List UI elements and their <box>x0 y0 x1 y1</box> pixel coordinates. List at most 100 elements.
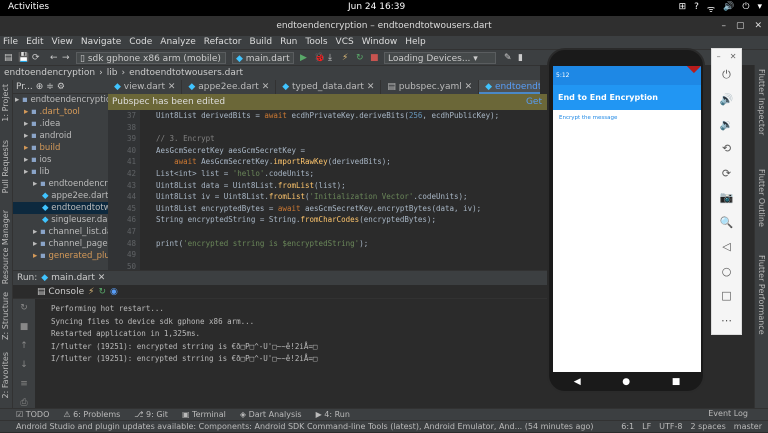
tree-item[interactable]: ◆ endtoendtotw <box>13 202 108 214</box>
zoom-icon[interactable]: 🔍 <box>712 210 741 235</box>
status-item[interactable]: LF <box>642 421 651 433</box>
menu-navigate[interactable]: Navigate <box>81 36 121 49</box>
menu-help[interactable]: Help <box>405 36 426 49</box>
tree-item[interactable]: ▸ ▪ channel_list.dar <box>13 226 108 238</box>
save-icon[interactable]: 💾 <box>18 52 29 64</box>
print-icon[interactable]: ⎙ <box>20 398 27 408</box>
close-icon[interactable]: ✕ <box>364 82 375 92</box>
bottom-tool-tab[interactable]: ⚠ 6: Problems <box>63 409 120 420</box>
editor-tab[interactable]: ◆ appe2ee.dart ✕ <box>182 80 277 94</box>
rotate-right-icon[interactable]: ⟳ <box>712 161 741 186</box>
close-icon[interactable]: ✕ <box>165 82 176 92</box>
attach-icon[interactable]: ⤓ <box>328 52 332 64</box>
rerun-icon[interactable]: ↻ <box>20 303 28 313</box>
back-icon[interactable]: ← <box>50 52 58 64</box>
tool-tab-favorites[interactable]: 2: Favorites <box>1 352 10 398</box>
code-editor[interactable]: 37 38 39 40 41 42 43 44 45 46 47 48 49 50 Uint8List d… <box>108 110 548 270</box>
console-tab[interactable]: ▤ Console <box>37 285 84 298</box>
tool-tab-flutter-performance[interactable]: Flutter Performance <box>757 255 766 335</box>
run-icon[interactable]: ▶ <box>300 52 307 64</box>
tree-item[interactable]: ▸ ▪ .idea <box>13 118 108 130</box>
tray-icon[interactable]: ⏻ <box>742 2 749 15</box>
bottom-tool-tab[interactable]: ☑ TODO <box>16 409 49 420</box>
avd-manager-icon[interactable]: ▮ <box>518 52 523 64</box>
tool-tab-structure[interactable]: Z: Structure <box>1 292 10 340</box>
menu-build[interactable]: Build <box>250 36 273 49</box>
tool-tab-flutter-inspector[interactable]: Flutter Inspector <box>757 69 766 135</box>
hot-reload-icon[interactable]: ⚡ <box>88 285 94 298</box>
tool-tab-pull-requests[interactable]: Pull Requests <box>1 140 10 193</box>
bottom-tool-tab[interactable]: ◈ Dart Analysis <box>240 409 302 420</box>
tray-icon[interactable]: ? <box>694 2 699 15</box>
volume-down-icon[interactable]: 🔉 <box>712 112 741 137</box>
maximize-icon[interactable]: ▢ <box>736 16 745 36</box>
tray-icon[interactable]: 🔊 <box>723 2 734 15</box>
editor-tab[interactable]: ▤ pubspec.yaml ✕ <box>381 80 480 94</box>
hot-restart-icon[interactable]: ↻ <box>98 285 106 298</box>
tray-icon[interactable]: ▾ <box>757 2 762 15</box>
target-icon[interactable]: ⊕ <box>36 80 44 93</box>
more-icon[interactable]: ⋯ <box>712 308 741 333</box>
camera-icon[interactable]: 📷 <box>712 186 741 211</box>
editor-tab[interactable]: ◆ view.dart ✕ <box>108 80 183 94</box>
nav-back-icon[interactable]: ◀ <box>574 377 581 387</box>
tree-item[interactable]: ▸ ▪ build <box>13 142 108 154</box>
system-tray[interactable]: ⊞? ᯤ 🔊 ⏻ ▾ <box>679 2 762 15</box>
close-icon[interactable]: ✕ <box>259 82 270 92</box>
editor-tab[interactable]: ◆ typed_data.dart ✕ <box>276 80 382 94</box>
gear-icon[interactable]: ⚙ <box>57 80 65 93</box>
collapse-icon[interactable]: ≑ <box>46 80 54 93</box>
tray-icon[interactable]: ⊞ <box>679 2 687 15</box>
activities-button[interactable]: Activities <box>8 2 49 12</box>
scroll-down-icon[interactable]: ↓ <box>20 360 28 370</box>
open-folder-icon[interactable]: ▤ <box>4 52 13 64</box>
tool-tab-resource-manager[interactable]: Resource Manager <box>1 210 10 284</box>
minimize-icon[interactable]: – <box>717 52 721 61</box>
bottom-tool-tab[interactable]: ▣ Terminal <box>182 409 226 420</box>
menu-analyze[interactable]: Analyze <box>160 36 195 49</box>
run-config-tab[interactable]: ◆ main.dart ✕ <box>41 271 105 285</box>
forward-icon[interactable]: → <box>62 52 70 64</box>
minimize-icon[interactable]: – <box>721 16 726 36</box>
tree-item[interactable]: ▸ ▪ ios <box>13 154 108 166</box>
menu-code[interactable]: Code <box>129 36 152 49</box>
nav-recents-icon[interactable]: ■ <box>672 377 681 387</box>
tool-tab-flutter-outline[interactable]: Flutter Outline <box>757 169 766 227</box>
menu-edit[interactable]: Edit <box>26 36 43 49</box>
stop-icon[interactable]: ■ <box>370 52 379 64</box>
device-selector[interactable]: ▯ sdk gphone x86 arm (mobile) ▾ <box>76 52 226 76</box>
sync-icon[interactable]: ⟳ <box>32 52 40 64</box>
event-log-tab[interactable]: Event Log <box>708 408 748 420</box>
close-icon[interactable]: ✕ <box>462 82 473 92</box>
banner-action-link[interactable]: Get <box>526 94 542 110</box>
bottom-tool-tab[interactable]: ⎇ 9: Git <box>134 409 168 420</box>
tree-item[interactable]: ◆ appe2ee.dart <box>13 190 108 202</box>
menu-run[interactable]: Run <box>280 36 297 49</box>
gradle-icon[interactable]: ✎ <box>504 52 512 64</box>
clock[interactable]: Jun 24 16:39 <box>348 2 405 12</box>
stop-icon[interactable]: ■ <box>20 322 29 332</box>
status-item[interactable]: 2 spaces <box>691 421 726 433</box>
breadcrumb-item[interactable]: endtoendtotwousers.dart <box>129 66 243 80</box>
menu-vcs[interactable]: VCS <box>336 36 354 49</box>
breadcrumb-item[interactable]: endtoendencryption <box>4 66 95 80</box>
tree-item[interactable]: ▸ ▪ lib <box>13 166 108 178</box>
back-icon[interactable]: ◁ <box>712 235 741 260</box>
menu-view[interactable]: View <box>52 36 73 49</box>
tool-tab-project[interactable]: 1: Project <box>1 84 10 122</box>
close-icon[interactable]: ✕ <box>730 52 737 61</box>
code-area[interactable]: Uint8List derivedBits = await ecdhPrivat… <box>156 110 499 270</box>
nav-home-icon[interactable]: ● <box>622 377 630 387</box>
encrypt-button[interactable]: Encrypt the message <box>553 110 701 126</box>
menu-refactor[interactable]: Refactor <box>204 36 242 49</box>
console-output[interactable]: Performing hot restart... Syncing files t… <box>51 303 317 366</box>
close-icon[interactable]: ✕ <box>754 16 762 36</box>
status-message[interactable]: Android Studio and plugin updates availa… <box>16 422 594 431</box>
rotate-left-icon[interactable]: ⟲ <box>712 137 741 162</box>
hot-restart-icon[interactable]: ↻ <box>356 52 364 64</box>
tree-item[interactable]: ▸ ▪ endtoendencryption <box>13 94 108 106</box>
home-icon[interactable]: ○ <box>712 259 741 284</box>
debug-icon[interactable]: 🐞 <box>314 52 325 64</box>
status-item[interactable]: UTF-8 <box>659 421 682 433</box>
bottom-tool-tab[interactable]: ▶ 4: Run <box>316 409 350 420</box>
